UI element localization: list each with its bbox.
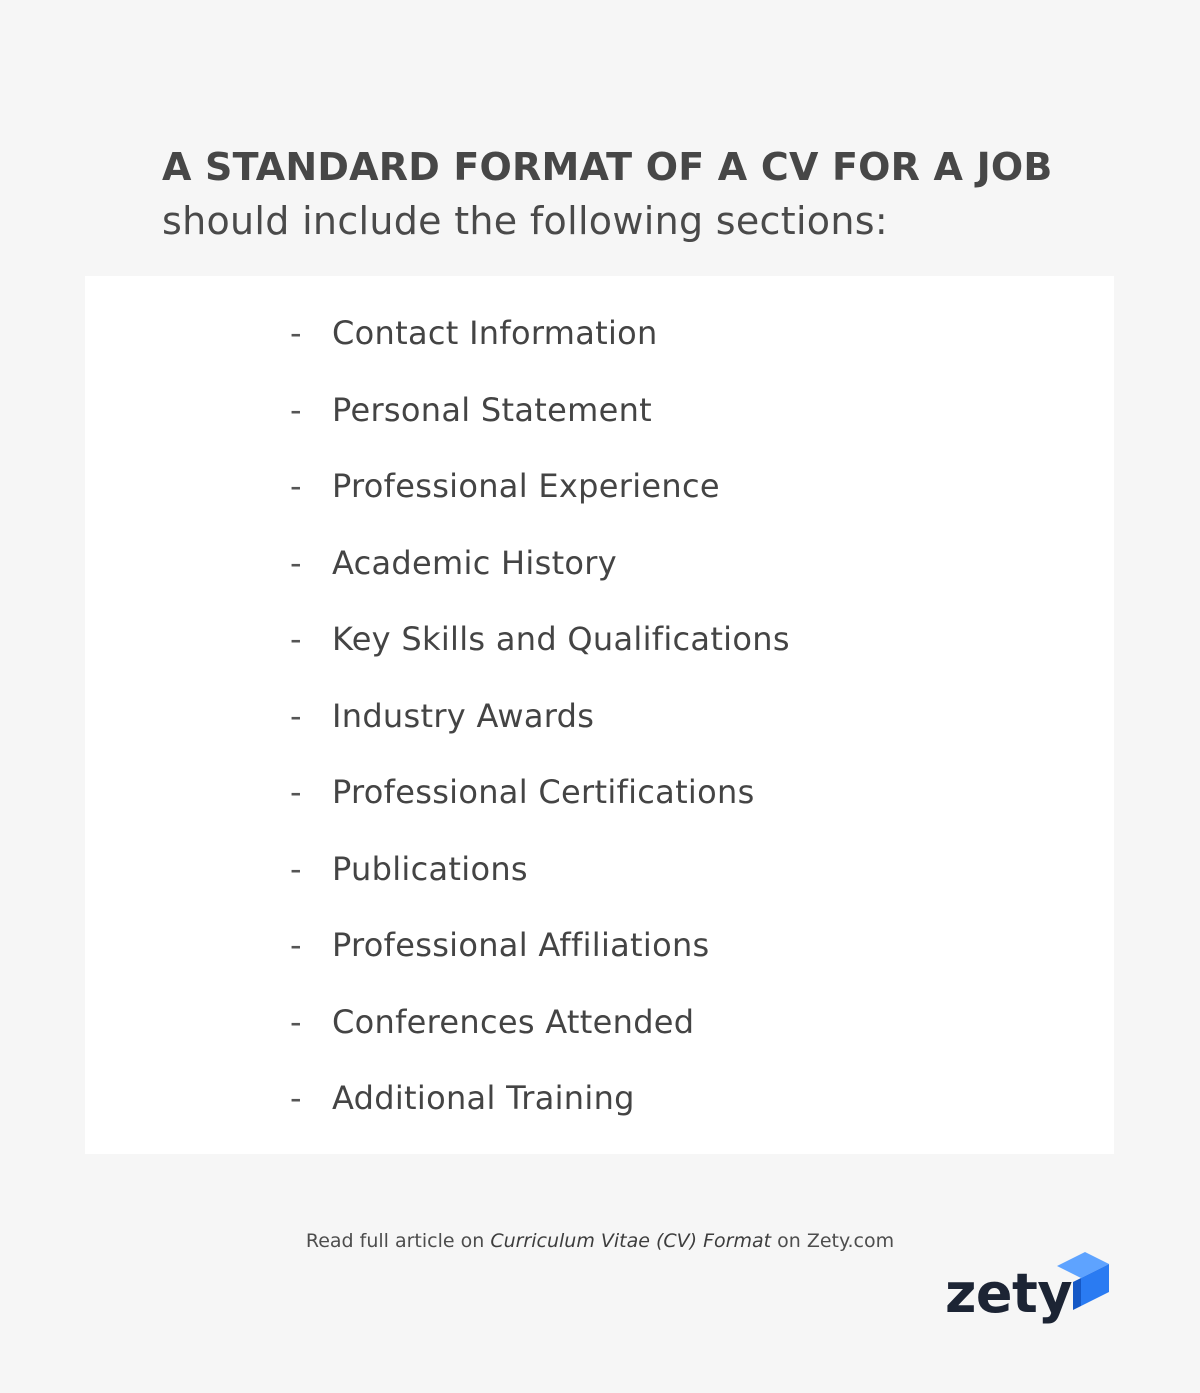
logo-mark-side-face (1073, 1278, 1081, 1310)
bullet-dash: - (290, 696, 302, 735)
section-label: Industry Awards (332, 696, 595, 735)
source-note-prefix: Read full article on (305, 1230, 491, 1252)
zety-logo[interactable]: zety (945, 1252, 1110, 1334)
section-item: - Academic History (290, 538, 617, 588)
section-label: Key Skills and Qualifications (332, 620, 790, 658)
bullet-dash: - (290, 467, 302, 505)
section-label: Contact Information (332, 314, 658, 352)
section-item: - Professional Affiliations (290, 920, 710, 970)
section-item: - Key Skills and Qualifications (290, 614, 790, 664)
page-subtitle: should include the following sections: (162, 199, 888, 243)
article-link[interactable]: Curriculum Vitae (CV) Format (490, 1230, 771, 1252)
source-note-suffix: on Zety.com (771, 1230, 895, 1252)
section-item: - Publications (290, 844, 528, 894)
section-item: - Professional Experience (290, 461, 720, 511)
zety-logo-mark-icon (1057, 1252, 1109, 1310)
section-item: - Professional Certifications (290, 767, 755, 817)
section-item: - Personal Statement (290, 385, 652, 435)
section-label: Additional Training (332, 1079, 635, 1117)
bullet-dash: - (290, 773, 302, 811)
bullet-dash: - (290, 314, 302, 352)
page-title: A STANDARD FORMAT OF A CV FOR A JOB (162, 145, 1053, 189)
bullet-dash: - (290, 1079, 302, 1117)
bullet-dash: - (290, 849, 302, 888)
section-label: Professional Affiliations (332, 926, 710, 964)
section-label: Academic History (332, 543, 618, 582)
bullet-dash: - (290, 390, 302, 429)
bullet-dash: - (290, 926, 302, 964)
section-item: - Conferences Attended (290, 997, 694, 1047)
section-label: Conferences Attended (332, 1002, 695, 1041)
section-item: - Additional Training (290, 1073, 635, 1123)
section-label: Publications (332, 849, 528, 888)
bullet-dash: - (290, 543, 302, 582)
section-item: - Contact Information (290, 308, 658, 358)
section-item: - Industry Awards (290, 691, 594, 741)
section-label: Professional Certifications (332, 773, 755, 811)
bullet-dash: - (290, 1002, 302, 1041)
section-label: Personal Statement (332, 390, 652, 429)
sections-card: - Contact Information - Personal Statement -… (85, 276, 1114, 1154)
bullet-dash: - (290, 620, 302, 658)
section-label: Professional Experience (332, 467, 720, 505)
